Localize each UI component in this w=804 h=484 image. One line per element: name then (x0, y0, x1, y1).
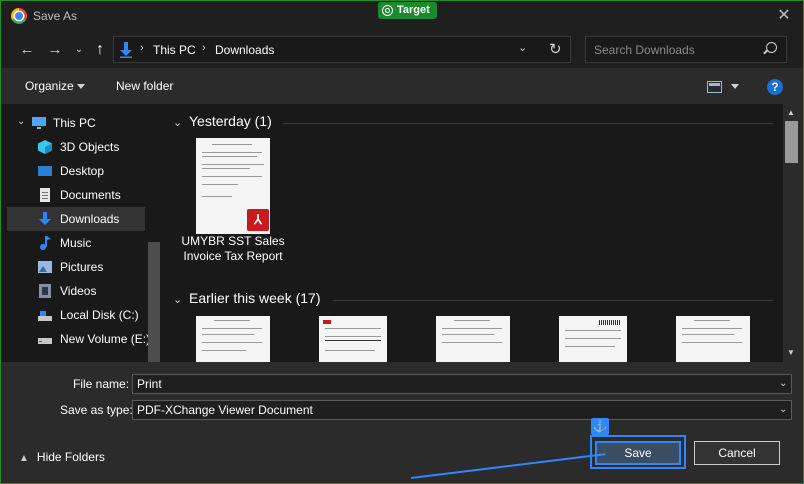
file-list: ⌄ Yesterday (1) ⅄ UMYBR SST Sales Invoice… (165, 104, 783, 362)
videos-icon (39, 284, 51, 298)
save-as-dialog: Save As ✕ Target ← → ⌄ ↑ › This PC › Dow… (0, 0, 804, 484)
new-folder-button[interactable]: New folder (116, 79, 173, 93)
hide-folders-label: Hide Folders (36, 450, 105, 464)
sidebar-item-desktop[interactable]: Desktop (7, 159, 145, 183)
save-button-highlight (590, 435, 686, 469)
chrome-icon (11, 8, 27, 24)
file-thumbnail[interactable] (319, 316, 387, 362)
refresh-icon[interactable]: ↻ (549, 40, 562, 58)
forward-arrow-icon[interactable]: → (45, 40, 65, 60)
back-arrow-icon[interactable]: ← (17, 40, 37, 60)
sidebar-item-label: Local Disk (C:) (60, 308, 139, 322)
group-divider (283, 123, 773, 124)
target-icon (382, 5, 393, 16)
document-icon (40, 188, 50, 202)
sidebar-item-label: Downloads (60, 212, 120, 226)
sidebar-item-pictures[interactable]: Pictures (7, 255, 145, 279)
group-label: Earlier this week (17) (189, 290, 321, 306)
command-bar: Organize New folder ? (1, 68, 803, 104)
recent-locations-chevron-icon[interactable]: ⌄ (69, 40, 89, 60)
download-icon (39, 212, 51, 225)
breadcrumb-separator-icon: › (202, 42, 206, 54)
search-input[interactable]: Search Downloads (594, 43, 695, 57)
scrollbar-thumb[interactable] (785, 121, 798, 163)
music-icon (40, 236, 51, 250)
disk-icon (38, 338, 52, 344)
sidebar-item-label: Videos (60, 284, 97, 298)
sidebar-item-label: 3D Objects (60, 140, 120, 154)
search-box[interactable]: Search Downloads (585, 36, 787, 63)
file-thumbnail[interactable] (196, 316, 270, 362)
save-as-type-label: Save as type: (60, 403, 133, 417)
file-thumbnail[interactable] (676, 316, 750, 362)
view-options-chevron-icon[interactable] (731, 84, 739, 89)
sidebar-item-label: New Volume (E:) (60, 332, 151, 346)
sidebar-item-label: Pictures (60, 260, 104, 274)
scroll-down-icon[interactable]: ▼ (787, 348, 795, 357)
organize-button[interactable]: Organize (25, 79, 74, 93)
pdf-icon: ⅄ (247, 209, 269, 231)
close-icon[interactable]: ✕ (773, 5, 795, 27)
search-icon (766, 42, 777, 53)
sidebar-item-new-volume-e[interactable]: New Volume (E:) (7, 327, 150, 351)
sidebar-item-music[interactable]: Music (7, 231, 145, 255)
file-thumbnail[interactable] (559, 316, 627, 362)
sidebar-item-label: Music (60, 236, 92, 250)
navigation-pane: ⌄ This PC 3D Objects Desktop Documents D… (1, 104, 162, 362)
file-item[interactable]: ⅄ UMYBR SST Sales Invoice Tax Report (165, 104, 305, 284)
breadcrumb-this-pc[interactable]: This PC (153, 43, 196, 57)
sidebar-item-label: This PC (53, 116, 96, 130)
address-bar[interactable]: › This PC › Downloads ⌄ ↻ (113, 36, 571, 63)
save-as-type-value: PDF-XChange Viewer Document (137, 403, 313, 417)
window-edge (800, 104, 803, 483)
file-name-field[interactable]: Print ⌄ (132, 374, 792, 394)
address-dropdown-icon[interactable]: ⌄ (518, 41, 527, 54)
sidebar-item-local-disk-c[interactable]: Local Disk (C:) (7, 303, 145, 327)
sidebar-item-documents[interactable]: Documents (7, 183, 145, 207)
sidebar-item-videos[interactable]: Videos (7, 279, 145, 303)
sidebar-item-downloads[interactable]: Downloads (7, 207, 145, 231)
file-name-dropdown-icon[interactable]: ⌄ (779, 378, 787, 389)
disk-icon (38, 311, 52, 321)
monitor-icon (32, 117, 46, 129)
target-badge: Target (378, 2, 437, 19)
sidebar-item-label: Documents (60, 188, 121, 202)
file-list-scrollbar[interactable]: ▲ ▼ (783, 104, 800, 362)
cube-icon (38, 140, 52, 154)
sidebar-item-3d-objects[interactable]: 3D Objects (7, 135, 145, 159)
change-view-icon[interactable] (707, 81, 722, 93)
window-title: Save As (33, 9, 78, 23)
chevron-up-icon: ▲ (19, 453, 29, 464)
target-badge-label: Target (397, 4, 430, 16)
sidebar-item-this-pc[interactable]: ⌄ This PC (7, 111, 145, 135)
pictures-icon (38, 261, 52, 273)
navigation-pane-scrollbar[interactable] (148, 242, 160, 362)
hide-folders-button[interactable]: ▲ Hide Folders (19, 450, 105, 464)
navigation-bar: ← → ⌄ ↑ › This PC › Downloads ⌄ ↻ Search… (1, 32, 803, 68)
expand-chevron-icon[interactable]: ⌄ (17, 116, 25, 127)
scroll-up-icon[interactable]: ▲ (787, 108, 795, 117)
save-as-type-dropdown-icon[interactable]: ⌄ (779, 404, 787, 415)
group-divider (333, 300, 773, 301)
help-icon[interactable]: ? (767, 79, 783, 95)
save-as-type-select[interactable]: PDF-XChange Viewer Document ⌄ (132, 400, 792, 420)
file-name-label: File name: (73, 377, 130, 391)
cancel-button[interactable]: Cancel (694, 441, 780, 465)
organize-chevron-icon[interactable] (77, 84, 85, 89)
file-name: UMYBR SST Sales Invoice Tax Report (181, 234, 285, 263)
breadcrumb-separator-icon: › (140, 42, 144, 54)
collapse-chevron-icon[interactable]: ⌄ (173, 293, 183, 306)
file-thumbnail[interactable] (436, 316, 510, 362)
up-arrow-icon[interactable]: ↑ (90, 40, 110, 60)
downloads-folder-icon (120, 42, 132, 58)
anchor-icon: ⚓ (591, 418, 609, 435)
file-name-input[interactable]: Print (137, 377, 162, 391)
desktop-icon (38, 166, 52, 176)
group-header-earlier-this-week[interactable]: ⌄ Earlier this week (17) (173, 290, 321, 306)
breadcrumb-downloads[interactable]: Downloads (215, 43, 274, 57)
sidebar-item-label: Desktop (60, 164, 105, 178)
